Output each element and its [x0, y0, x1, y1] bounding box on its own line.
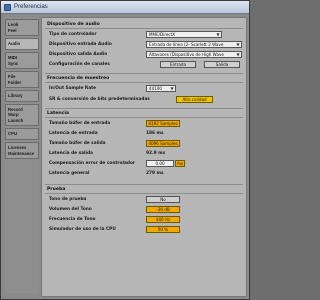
tab-label: Maintenance — [8, 150, 35, 156]
driver-type-dropdown[interactable]: MME/DirectX ▼ — [146, 31, 222, 38]
output-latency-label: Latencia de salida — [49, 151, 93, 156]
tab-label: Launch — [8, 117, 24, 123]
output-device-dropdown[interactable]: Altavoces (Dispositivo de High Wave ▼ — [146, 51, 242, 58]
section-title-latency: Latencia — [47, 111, 70, 116]
cpu-simulator-label: Simulador de uso de la CPU — [49, 227, 116, 232]
chevron-down-icon: ▼ — [216, 32, 220, 37]
divider — [45, 28, 243, 29]
title-bar: Preferencias — [1, 1, 249, 14]
section-title-audio-device: Dispositivo de audio — [47, 22, 100, 27]
input-latency-value: 186 ms — [146, 131, 164, 136]
output-buffer-field[interactable]: 4096 Samples — [146, 140, 180, 147]
tab-label: Library — [8, 93, 23, 99]
tone-frequency-label: Frecuencia de Tono — [49, 217, 96, 222]
dropdown-value: 44100 — [149, 86, 163, 91]
tab-label: Folder — [8, 79, 22, 85]
window-title: Preferencias — [14, 4, 48, 10]
divider — [45, 117, 243, 118]
dropdown-value: Altavoces (Dispositivo de High Wave — [149, 52, 224, 57]
tone-volume-label: Volumen del Tono — [49, 207, 92, 212]
tab-midi-sync[interactable]: MIDI Sync — [5, 52, 39, 69]
input-device-dropdown[interactable]: Entrada de línea (2- Scarlett 2 Wave ▼ — [146, 41, 242, 48]
test-tone-toggle[interactable]: No — [146, 196, 180, 203]
tab-label: CPU — [8, 131, 18, 137]
input-config-button[interactable]: Entrada — [160, 61, 196, 68]
sample-rate-label: In/Out Sample Rate — [49, 86, 97, 91]
audio-settings-panel: Dispositivo de audio Tipo de controlador… — [41, 17, 247, 297]
test-tone-label: Tono de prueba — [49, 197, 87, 202]
tab-label: Audio — [8, 41, 21, 47]
tone-volume-field[interactable]: -36 dB — [146, 206, 180, 213]
cpu-simulator-field[interactable]: 50 % — [146, 226, 180, 233]
divider — [45, 73, 243, 74]
divider — [45, 184, 243, 185]
tab-label: Feel — [8, 27, 17, 33]
sample-rate-dropdown[interactable]: 44100 ▼ — [146, 85, 176, 92]
chevron-down-icon: ▼ — [170, 86, 174, 91]
chevron-down-icon: ▼ — [236, 52, 240, 57]
overall-latency-value: 279 ms — [146, 171, 164, 176]
preferences-sidebar: Look Feel Audio MIDI Sync File Folder Li… — [5, 17, 39, 293]
overall-latency-label: Latencia general — [49, 171, 90, 176]
input-buffer-label: Tamaño búfer de entrada — [49, 121, 111, 126]
src-quality-label: SR & conversión de bits predeterminadas — [49, 97, 150, 102]
driver-error-comp-field[interactable]: 0.00 — [146, 160, 174, 167]
driver-type-label: Tipo de controlador — [49, 32, 97, 37]
tab-label: Sync — [8, 60, 19, 66]
input-buffer-field[interactable]: 8192 Samples — [146, 120, 180, 127]
app-icon — [4, 3, 11, 11]
tab-file-folder[interactable]: File Folder — [5, 71, 39, 88]
tab-licenses-maintenance[interactable]: Licenses Maintenance — [5, 142, 39, 159]
section-title-test: Prueba — [47, 187, 66, 192]
tab-look-feel[interactable]: Look Feel — [5, 19, 39, 36]
channel-config-label: Configuración de canales — [49, 62, 110, 67]
chevron-down-icon: ▼ — [236, 42, 240, 47]
output-device-label: Dispositivo salida Audio — [49, 52, 108, 57]
tab-audio[interactable]: Audio — [5, 38, 39, 50]
divider — [45, 193, 243, 194]
driver-error-comp-label: Compensación error de controlador — [49, 161, 136, 166]
output-latency-value: 92.9 ms — [146, 151, 166, 156]
input-latency-label: Latencia de entrada — [49, 131, 98, 136]
tab-cpu[interactable]: CPU — [5, 128, 39, 140]
tab-library[interactable]: Library — [5, 90, 39, 102]
tone-frequency-field[interactable]: 440 Hz — [146, 216, 180, 223]
divider — [45, 108, 243, 109]
dropdown-value: Entrada de línea (2- Scarlett 2 Wave — [149, 42, 224, 47]
tab-record-warp-launch[interactable]: Record Warp Launch — [5, 104, 39, 126]
output-buffer-label: Tamaño búfer de salida — [49, 141, 106, 146]
output-config-button[interactable]: Salida — [204, 61, 240, 68]
input-device-label: Dispositivo entrada Audio — [49, 42, 112, 47]
dropdown-value: MME/DirectX — [149, 32, 176, 37]
preferences-window: Preferencias Look Feel Audio MIDI Sync F… — [0, 0, 250, 300]
section-title-sample-rate: Frecuencia de muestreo — [47, 76, 110, 81]
src-quality-toggle[interactable]: Alta calidad — [176, 96, 213, 103]
driver-error-comp-unit: ms — [175, 160, 185, 167]
divider — [45, 82, 243, 83]
